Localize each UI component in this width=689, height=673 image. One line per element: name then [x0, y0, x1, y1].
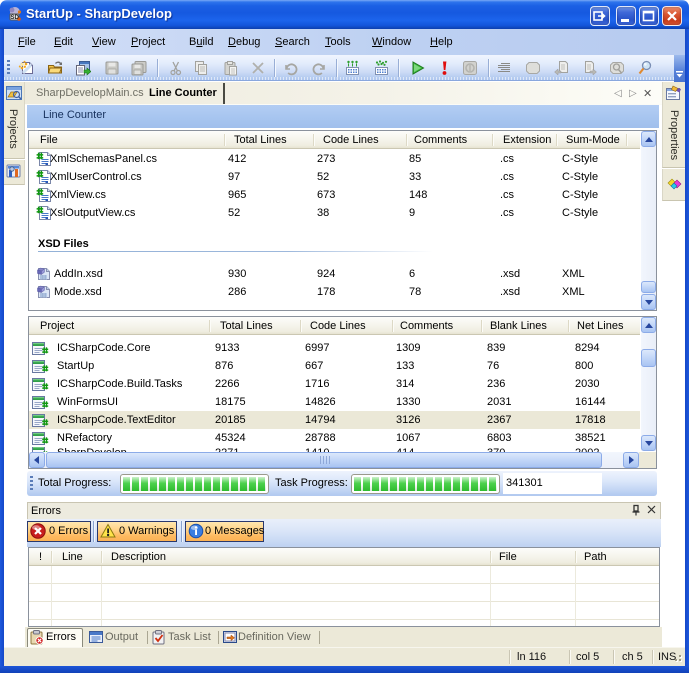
svg-text:SD: SD — [11, 15, 20, 21]
